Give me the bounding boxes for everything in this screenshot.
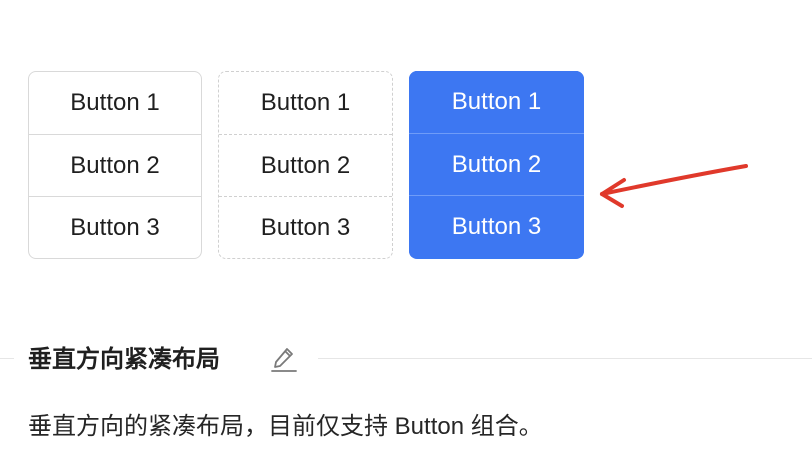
primary-button-3[interactable]: Button 3 [409, 195, 584, 257]
section-description: 垂直方向的紧凑布局，目前仅支持 Button 组合。 [28, 413, 543, 440]
pencil-edit-icon[interactable] [268, 343, 300, 375]
dashed-button-3[interactable]: Button 3 [219, 196, 392, 258]
vertical-compact-group-dashed: Button 1 Button 2 Button 3 [218, 71, 393, 259]
primary-button-2[interactable]: Button 2 [409, 133, 584, 195]
section-divider-right [318, 358, 812, 359]
vertical-compact-group-default: Button 1 Button 2 Button 3 [28, 71, 202, 259]
dashed-button-1[interactable]: Button 1 [219, 72, 392, 134]
default-button-2[interactable]: Button 2 [29, 134, 201, 196]
dashed-button-2[interactable]: Button 2 [219, 134, 392, 196]
annotation-arrow [600, 164, 748, 208]
default-button-3[interactable]: Button 3 [29, 196, 201, 258]
vertical-compact-group-primary: Button 1 Button 2 Button 3 [409, 71, 584, 259]
primary-button-1[interactable]: Button 1 [409, 71, 584, 133]
default-button-1[interactable]: Button 1 [29, 72, 201, 134]
section-title: 垂直方向紧凑布局 [28, 346, 220, 373]
section-divider-left [0, 358, 14, 359]
